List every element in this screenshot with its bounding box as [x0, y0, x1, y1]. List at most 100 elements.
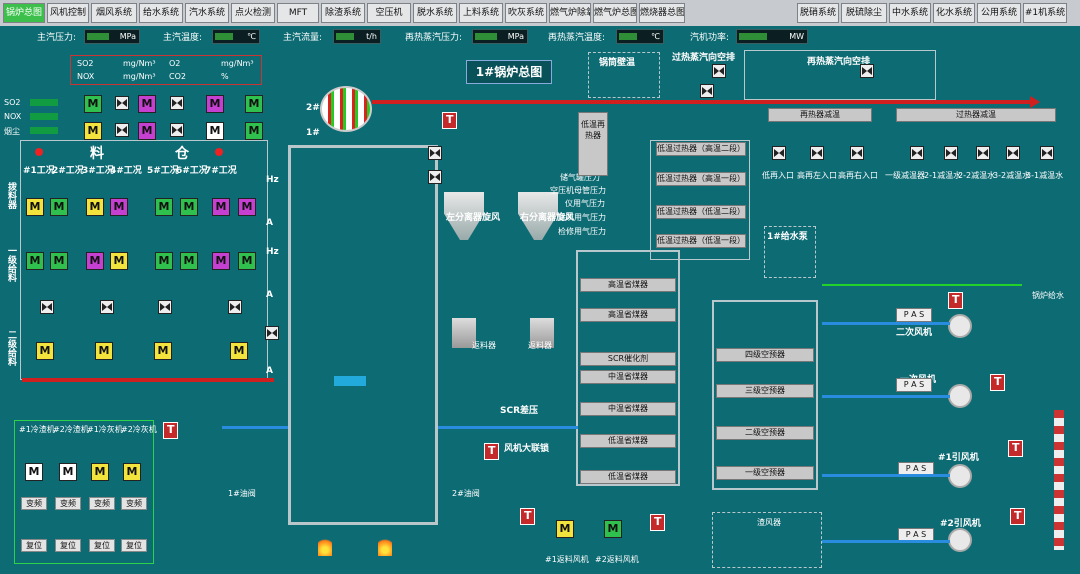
nav-gas-overview[interactable]: 燃气炉总图 — [593, 3, 637, 23]
feeder-motor[interactable]: M — [180, 198, 198, 216]
nav-fan-control[interactable]: 风机控制 — [47, 3, 89, 23]
valve-icon[interactable] — [1006, 146, 1020, 160]
ash-motor[interactable]: M — [123, 463, 141, 481]
feeder-motor[interactable]: M — [230, 342, 248, 360]
reset-button[interactable]: 复位 — [55, 539, 81, 552]
ash-motor[interactable]: M — [91, 463, 109, 481]
motor[interactable]: M — [138, 95, 156, 113]
feeder-motor[interactable]: M — [180, 252, 198, 270]
nav-feedwater[interactable]: 给水系统 — [139, 3, 183, 23]
motor[interactable]: M — [206, 122, 224, 140]
valve-icon[interactable] — [860, 64, 874, 78]
trip-button[interactable] — [484, 443, 499, 460]
vfd-button[interactable]: 变频 — [21, 497, 47, 510]
valve-icon[interactable] — [772, 146, 786, 160]
feeder-motor[interactable]: M — [154, 342, 172, 360]
valve-icon[interactable] — [115, 123, 129, 137]
valve-icon[interactable] — [428, 146, 442, 160]
feeder-motor[interactable]: M — [50, 252, 68, 270]
return-fan-motor[interactable]: M — [556, 520, 574, 538]
nav-dewater[interactable]: 脱水系统 — [413, 3, 457, 23]
feeder-motor[interactable]: M — [110, 198, 128, 216]
status-value: ℃ — [616, 29, 664, 44]
nav-ignition[interactable]: 点火检测 — [231, 3, 275, 23]
nav-slag[interactable]: 除渣系统 — [321, 3, 365, 23]
fan-icon[interactable] — [948, 528, 972, 552]
nav-burner-overview[interactable]: 燃烧器总图 — [639, 3, 685, 23]
valve-icon[interactable] — [712, 64, 726, 78]
vfd-button[interactable]: 变频 — [55, 497, 81, 510]
nav-chemical-water[interactable]: 化水系统 — [933, 3, 975, 23]
motor[interactable]: M — [84, 95, 102, 113]
nav-soot[interactable]: 吹灰系统 — [505, 3, 547, 23]
feeder-motor[interactable]: M — [110, 252, 128, 270]
valve-icon[interactable] — [158, 300, 172, 314]
valve-icon[interactable] — [100, 300, 114, 314]
feeder-motor[interactable]: M — [50, 198, 68, 216]
feeder-motor[interactable]: M — [238, 252, 256, 270]
motor[interactable]: M — [138, 122, 156, 140]
ash-motor[interactable]: M — [25, 463, 43, 481]
motor[interactable]: M — [245, 122, 263, 140]
valve-icon[interactable] — [1040, 146, 1054, 160]
feeder-motor[interactable]: M — [155, 198, 173, 216]
trip-button[interactable] — [650, 514, 665, 531]
feeder-motor[interactable]: M — [155, 252, 173, 270]
trip-button[interactable] — [990, 374, 1005, 391]
nav-denitration[interactable]: 脱硝系统 — [797, 3, 839, 23]
valve-icon[interactable] — [976, 146, 990, 160]
nav-boiler-overview[interactable]: 锅炉总图 — [3, 3, 45, 23]
feeder-motor[interactable]: M — [95, 342, 113, 360]
feeder-motor[interactable]: M — [26, 198, 44, 216]
vfd-button[interactable]: 变频 — [89, 497, 115, 510]
nav-steam[interactable]: 汽水系统 — [185, 3, 229, 23]
trip-button[interactable] — [520, 508, 535, 525]
feeder-motor[interactable]: M — [86, 252, 104, 270]
reset-button[interactable]: 复位 — [89, 539, 115, 552]
feeder-motor[interactable]: M — [212, 198, 230, 216]
valve-icon[interactable] — [170, 96, 184, 110]
motor[interactable]: M — [245, 95, 263, 113]
valve-icon[interactable] — [228, 300, 242, 314]
nav-flue-gas[interactable]: 烟风系统 — [91, 3, 137, 23]
return-fan-motor[interactable]: M — [604, 520, 622, 538]
valve-icon[interactable] — [428, 170, 442, 184]
nav-mft[interactable]: MFT — [277, 3, 319, 23]
motor[interactable]: M — [84, 122, 102, 140]
valve-icon[interactable] — [40, 300, 54, 314]
valve-icon[interactable] — [944, 146, 958, 160]
feeder-motor[interactable]: M — [238, 198, 256, 216]
nav-compressor[interactable]: 空压机 — [367, 3, 411, 23]
nav-reclaimed-water[interactable]: 中水系统 — [889, 3, 931, 23]
nav-feeding[interactable]: 上料系统 — [459, 3, 503, 23]
valve-icon[interactable] — [170, 123, 184, 137]
feeder-motor[interactable]: M — [26, 252, 44, 270]
motor[interactable]: M — [206, 95, 224, 113]
trip-button[interactable] — [163, 422, 178, 439]
nav-gas-deaerator[interactable]: 燃气炉除氧器 — [549, 3, 591, 23]
valve-icon[interactable] — [810, 146, 824, 160]
reset-button[interactable]: 复位 — [21, 539, 47, 552]
fan-icon[interactable] — [948, 314, 972, 338]
fan-icon[interactable] — [948, 464, 972, 488]
trip-button[interactable] — [948, 292, 963, 309]
trip-button[interactable] — [1008, 440, 1023, 457]
feeder-motor[interactable]: M — [212, 252, 230, 270]
valve-icon[interactable] — [850, 146, 864, 160]
ash-motor[interactable]: M — [59, 463, 77, 481]
side-label: 一级给料 — [6, 246, 16, 282]
feeder-motor[interactable]: M — [86, 198, 104, 216]
feeder-motor[interactable]: M — [36, 342, 54, 360]
reset-button[interactable]: 复位 — [121, 539, 147, 552]
valve-icon[interactable] — [910, 146, 924, 160]
trip-button[interactable] — [1010, 508, 1025, 525]
nav-public[interactable]: 公用系统 — [977, 3, 1021, 23]
trip-button[interactable] — [442, 112, 457, 129]
valve-icon[interactable] — [265, 326, 279, 340]
valve-icon[interactable] — [115, 96, 129, 110]
nav-desulfur[interactable]: 脱硫除尘 — [841, 3, 887, 23]
valve-icon[interactable] — [700, 84, 714, 98]
fan-icon[interactable] — [948, 384, 972, 408]
vfd-button[interactable]: 变频 — [121, 497, 147, 510]
nav-unit1[interactable]: #1机系统 — [1023, 3, 1067, 23]
